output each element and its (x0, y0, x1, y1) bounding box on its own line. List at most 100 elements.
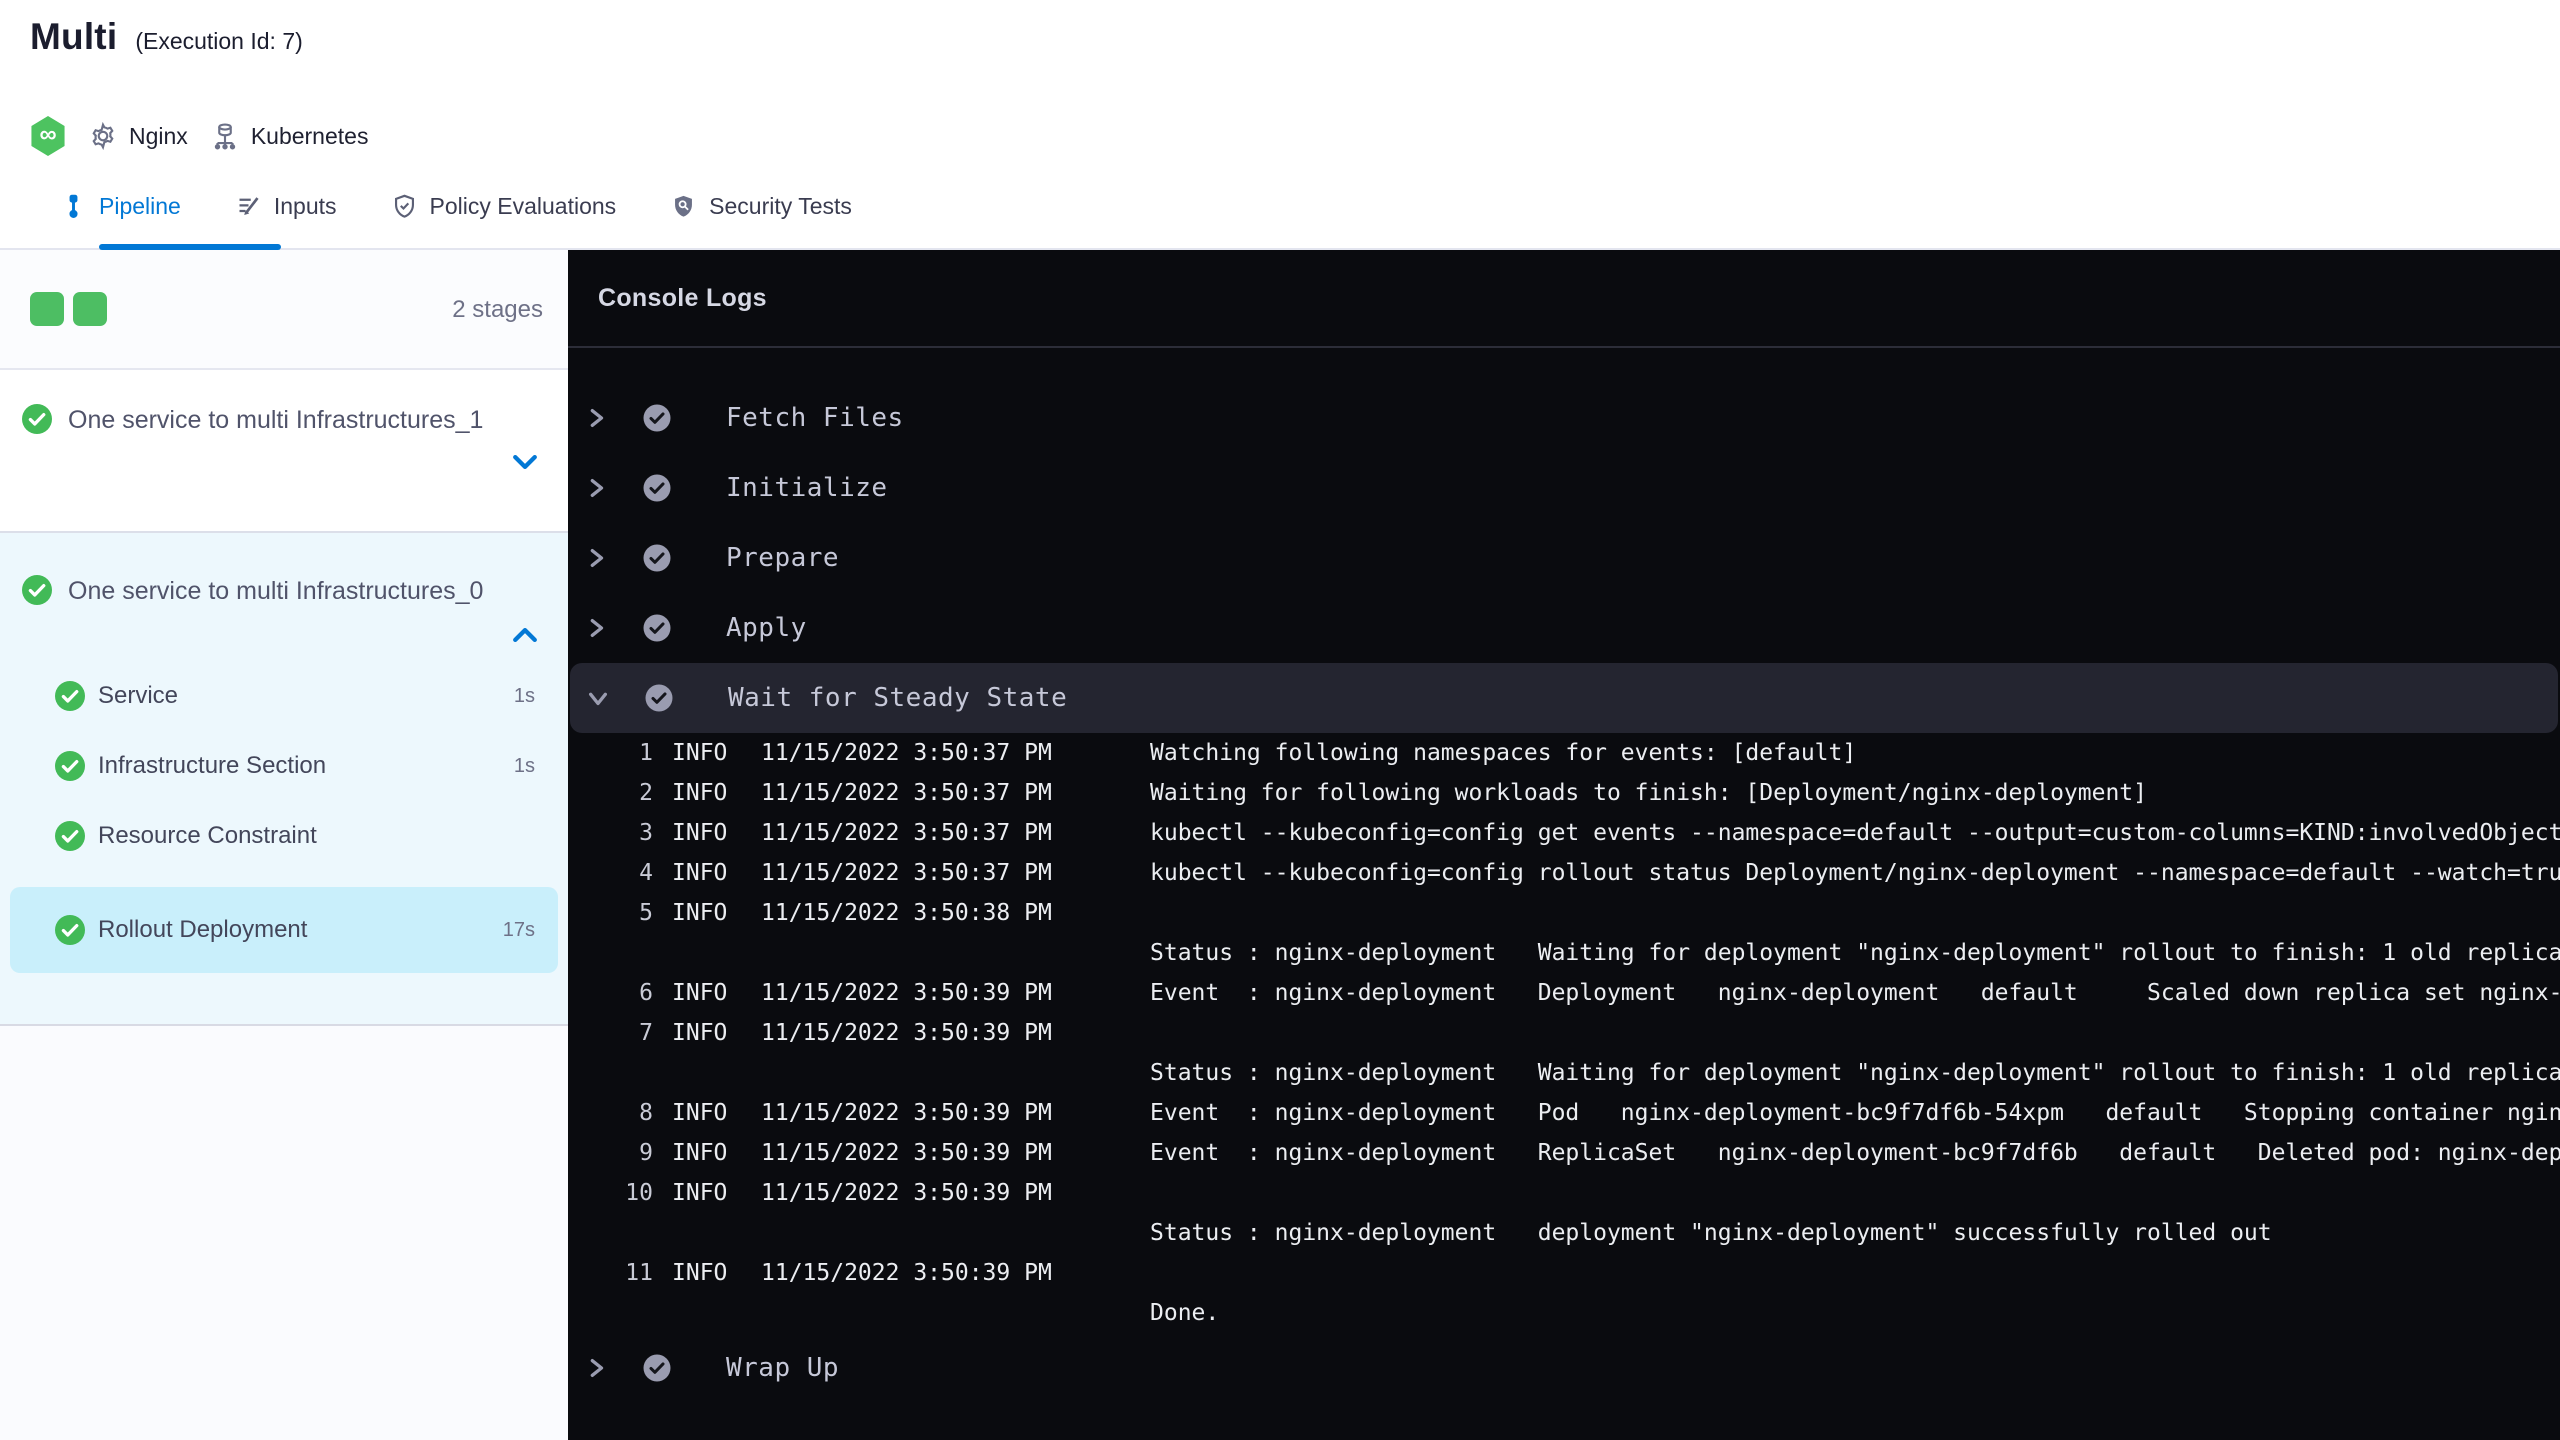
step-duration: 17s (502, 918, 535, 941)
log-timestamp: 11/15/2022 3:50:39 PM (761, 1140, 1052, 1166)
log-line: Status : nginx-deployment Waiting for de… (568, 933, 2560, 973)
stage-group-expanded: One service to multi Infrastructures_0 S… (0, 533, 568, 1026)
success-check-icon (55, 821, 85, 851)
success-check-icon (22, 575, 52, 605)
log-level: INFO (672, 740, 728, 766)
log-level: INFO (672, 1100, 728, 1126)
success-check-icon (55, 751, 85, 781)
success-check-icon (642, 613, 672, 643)
log-message: Status : nginx-deployment Waiting for de… (1150, 1060, 2560, 1086)
console-header: Console Logs (568, 250, 2560, 348)
tab-inputs-label: Inputs (273, 193, 337, 219)
log-level: INFO (672, 860, 728, 886)
log-line: 4 INFO 11/15/2022 3:50:37 PM kubectl --k… (568, 853, 2560, 893)
log-timestamp: 11/15/2022 3:50:37 PM (761, 780, 1052, 806)
log-section-wait-for-steady-state[interactable]: Wait for Steady State (570, 663, 2558, 733)
log-section-fetch-files[interactable]: Fetch Files (568, 383, 2560, 453)
log-level: INFO (672, 1140, 728, 1166)
log-timestamp: 11/15/2022 3:50:37 PM (761, 860, 1052, 886)
log-section-initialize[interactable]: Initialize (568, 453, 2560, 523)
log-message: kubectl --kubeconfig=config rollout stat… (1150, 860, 2560, 886)
page-title: Multi (30, 16, 118, 57)
chevron-right-icon[interactable] (585, 477, 607, 499)
stage-square[interactable] (73, 292, 107, 326)
step-label: Infrastructure Section (98, 752, 327, 779)
chevron-right-icon[interactable] (585, 547, 607, 569)
section-name: Wait for Steady State (728, 683, 1068, 713)
log-level: INFO (672, 900, 728, 926)
log-line: 6 INFO 11/15/2022 3:50:39 PM Event : ngi… (568, 973, 2560, 1013)
chevron-right-icon[interactable] (585, 1357, 607, 1379)
chevron-down-icon[interactable] (512, 442, 538, 470)
stage-header[interactable]: One service to multi Infrastructures_1 (0, 370, 568, 470)
log-line: 3 INFO 11/15/2022 3:50:37 PM kubectl --k… (568, 813, 2560, 853)
success-check-icon (644, 683, 674, 713)
step-duration: 1s (513, 754, 535, 777)
log-timestamp: 11/15/2022 3:50:39 PM (761, 1180, 1052, 1206)
chevron-right-icon[interactable] (585, 407, 607, 429)
infrastructure-tag[interactable]: Kubernetes (210, 121, 368, 151)
success-check-icon (642, 403, 672, 433)
log-message: Waiting for following workloads to finis… (1150, 780, 2147, 806)
log-line-number: 10 (625, 1180, 653, 1206)
chevron-up-icon[interactable] (512, 615, 538, 643)
log-message: Event : nginx-deployment ReplicaSet ngin… (1150, 1140, 2560, 1166)
log-timestamp: 11/15/2022 3:50:37 PM (761, 740, 1052, 766)
log-timestamp: 11/15/2022 3:50:39 PM (761, 1020, 1052, 1046)
shield-check-icon (394, 194, 414, 218)
log-message: Status : nginx-deployment deployment "ng… (1150, 1220, 2272, 1246)
log-line: Status : nginx-deployment Waiting for de… (568, 1053, 2560, 1093)
tab-security-tests-label: Security Tests (709, 193, 852, 219)
step-row[interactable]: Infrastructure Section 1s (0, 731, 568, 801)
tab-security-tests[interactable]: Security Tests (670, 165, 852, 248)
tab-policy-evaluations[interactable]: Policy Evaluations (391, 165, 617, 248)
stage-status-squares[interactable] (30, 292, 107, 326)
tab-inputs[interactable]: Inputs (235, 165, 337, 248)
log-line-number: 9 (639, 1140, 653, 1166)
log-line: 7 INFO 11/15/2022 3:50:39 PM (568, 1013, 2560, 1053)
success-check-icon (642, 543, 672, 573)
log-line: 10 INFO 11/15/2022 3:50:39 PM (568, 1173, 2560, 1213)
log-line: 5 INFO 11/15/2022 3:50:38 PM (568, 893, 2560, 933)
log-section-prepare[interactable]: Prepare (568, 523, 2560, 593)
service-tag-label: Nginx (129, 122, 188, 149)
log-level: INFO (672, 780, 728, 806)
chevron-right-icon[interactable] (585, 617, 607, 639)
step-row[interactable]: Rollout Deployment 17s (10, 887, 558, 973)
pipeline-icon (69, 194, 78, 218)
log-timestamp: 11/15/2022 3:50:37 PM (761, 820, 1052, 846)
success-check-icon (55, 681, 85, 711)
step-label: Service (98, 682, 179, 709)
section-name: Fetch Files (726, 403, 904, 433)
log-section-wrap-up[interactable]: Wrap Up (568, 1333, 2560, 1403)
success-check-icon (55, 915, 85, 945)
log-line-number: 4 (639, 860, 653, 886)
log-level: INFO (672, 1020, 728, 1046)
console-logs-panel: Console Logs Fetch Files Initialize Prep… (568, 250, 2560, 1440)
log-timestamp: 11/15/2022 3:50:39 PM (761, 1100, 1052, 1126)
stage-header[interactable]: One service to multi Infrastructures_0 (0, 533, 568, 643)
section-name: Apply (726, 613, 807, 643)
stage-name: One service to multi Infrastructures_1 (68, 406, 484, 434)
log-line: 2 INFO 11/15/2022 3:50:37 PM Waiting for… (568, 773, 2560, 813)
log-message: kubectl --kubeconfig=config get events -… (1150, 820, 2560, 846)
stage-square[interactable] (30, 292, 64, 326)
step-row[interactable]: Resource Constraint (0, 801, 568, 871)
log-level: INFO (672, 980, 728, 1006)
step-row[interactable]: Service 1s (0, 661, 568, 731)
console-body: Fetch Files Initialize Prepare Apply Wai… (568, 348, 2560, 1403)
chevron-down-icon[interactable] (587, 687, 609, 709)
log-section-apply[interactable]: Apply (568, 593, 2560, 663)
log-lines: 1 INFO 11/15/2022 3:50:37 PM Watching fo… (568, 733, 2560, 1333)
execution-stages-sidebar: 2 stages One service to multi Infrastruc… (0, 250, 568, 1440)
log-line-number: 5 (639, 900, 653, 926)
service-tag[interactable]: Nginx (88, 121, 188, 151)
tab-bar: Pipeline Inputs Policy Evaluations Secur… (0, 165, 2560, 250)
tab-policy-evaluations-label: Policy Evaluations (429, 193, 617, 219)
log-message: Event : nginx-deployment Pod nginx-deplo… (1150, 1100, 2560, 1126)
log-message: Event : nginx-deployment Deployment ngin… (1150, 980, 2560, 1006)
title-row: Multi (Execution Id: 7) (30, 16, 303, 58)
log-line: Done. (568, 1293, 2560, 1333)
success-check-icon (642, 1353, 672, 1383)
tab-pipeline[interactable]: Pipeline (60, 165, 281, 250)
